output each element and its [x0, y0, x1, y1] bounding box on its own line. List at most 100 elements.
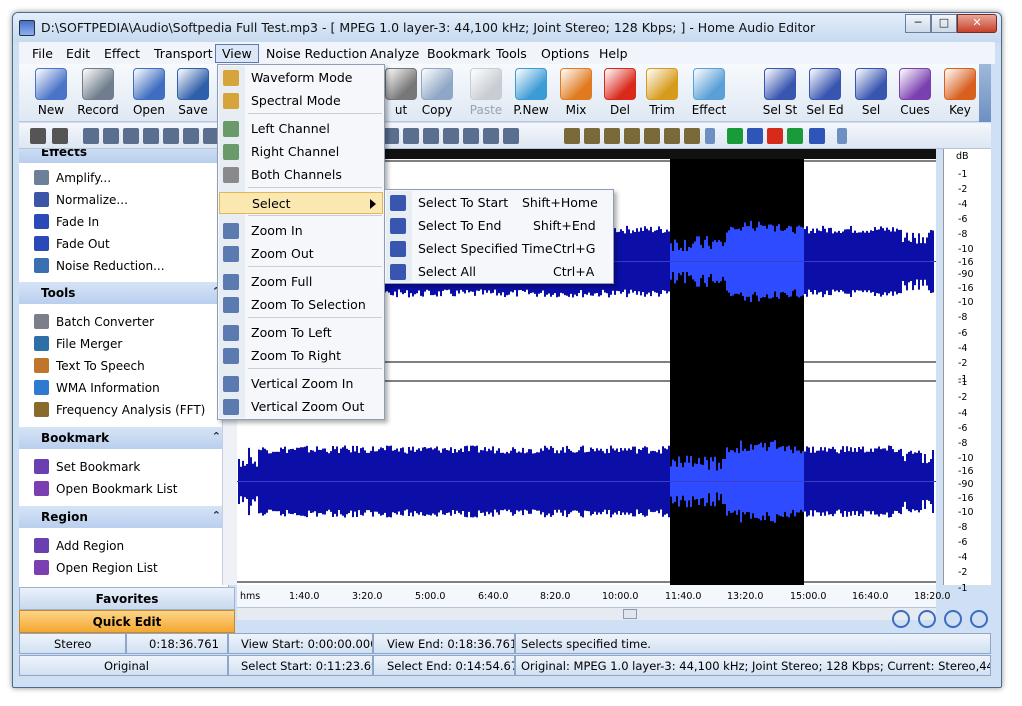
- loop-icon[interactable]: [809, 128, 825, 144]
- toolbar-save-button[interactable]: Save: [167, 66, 219, 120]
- bookmark-header[interactable]: Bookmark ⌃: [19, 427, 228, 449]
- effects-header[interactable]: Effects: [19, 149, 228, 163]
- favorites-tab[interactable]: Favorites: [19, 587, 235, 610]
- view-menu-zoom-full[interactable]: Zoom Full: [219, 271, 383, 293]
- view-menu-zoom-to-right[interactable]: Zoom To Right: [219, 345, 383, 367]
- menu-edit[interactable]: Edit: [66, 46, 90, 61]
- play-icon[interactable]: [727, 128, 743, 144]
- select-menu-select-to-start[interactable]: Select To Start Shift+Home: [386, 192, 612, 214]
- view-menu-zoom-to-selection[interactable]: Zoom To Selection: [219, 294, 383, 316]
- tools-icon[interactable]: [684, 128, 700, 144]
- sidebar-item-amplify[interactable]: Amplify...: [31, 168, 221, 188]
- view-menu-select[interactable]: Select: [219, 192, 383, 214]
- menu-bookmark[interactable]: Bookmark: [427, 46, 490, 61]
- waveform-icon[interactable]: [383, 128, 399, 144]
- sidebar-item-fade-in[interactable]: Fade In: [31, 212, 221, 232]
- sidebar-item-file-merger[interactable]: File Merger: [31, 334, 221, 354]
- view-menu-zoom-out[interactable]: Zoom Out: [219, 243, 383, 265]
- menu-view[interactable]: View: [215, 44, 259, 63]
- play-circle-icon[interactable]: [787, 128, 803, 144]
- select-menu-select-to-end[interactable]: Select To End Shift+End: [386, 215, 612, 237]
- sidebar-item-text-to-speech[interactable]: Text To Speech: [31, 356, 221, 376]
- view-menu-right-channel[interactable]: Right Channel: [219, 141, 383, 163]
- toolbar-overflow-icon[interactable]: [979, 64, 991, 122]
- waveform-icon[interactable]: [503, 128, 519, 144]
- select-menu-select-specified-time[interactable]: Select Specified Time Ctrl+G: [386, 238, 612, 260]
- tools-icon[interactable]: [604, 128, 620, 144]
- waveform-icon[interactable]: [163, 128, 179, 144]
- maximize-button[interactable]: □: [931, 14, 957, 33]
- zoom-full-icon[interactable]: [944, 610, 962, 628]
- horizontal-scrollbar[interactable]: [237, 607, 936, 620]
- scroll-thumb[interactable]: [623, 609, 637, 619]
- view-menu-zoom-to-left[interactable]: Zoom To Left: [219, 322, 383, 344]
- toolbar-trim-button[interactable]: Trim: [636, 66, 688, 120]
- view-menu-both-channels[interactable]: Both Channels: [219, 164, 383, 186]
- tools-header[interactable]: Tools⌃: [19, 282, 228, 304]
- menu-noise-reduction[interactable]: Noise Reduction: [266, 46, 367, 61]
- sidebar-item-noise-reduction[interactable]: Noise Reduction...: [31, 256, 221, 276]
- toolbar-sel-ed-button[interactable]: Sel Ed: [799, 66, 851, 120]
- collapse-icon[interactable]: ⌃: [212, 509, 221, 522]
- waveform-icon[interactable]: [423, 128, 439, 144]
- waveform-icon[interactable]: [403, 128, 419, 144]
- tools-icon[interactable]: [644, 128, 660, 144]
- waveform-icon[interactable]: [443, 128, 459, 144]
- menu-transport[interactable]: Transport: [154, 46, 213, 61]
- waveform-icon[interactable]: [123, 128, 139, 144]
- tools-icon[interactable]: [664, 128, 680, 144]
- stop-icon[interactable]: [767, 128, 783, 144]
- sidebar-item-batch-converter[interactable]: Batch Converter: [31, 312, 221, 332]
- zoom-selection-icon[interactable]: [970, 610, 988, 628]
- toolbar-new-button[interactable]: New: [25, 66, 77, 120]
- waveform-icon[interactable]: [143, 128, 159, 144]
- collapse-icon[interactable]: ⌃: [212, 430, 221, 443]
- waveform-view-icon[interactable]: [83, 128, 99, 144]
- tools-icon[interactable]: [584, 128, 600, 144]
- sidebar-item-add-region[interactable]: Add Region: [31, 536, 221, 556]
- menu-help[interactable]: Help: [599, 46, 628, 61]
- view-menu-waveform-mode[interactable]: Waveform Mode: [219, 67, 383, 89]
- dropdown-icon[interactable]: [837, 128, 847, 144]
- quick-edit-tab[interactable]: Quick Edit: [19, 610, 235, 633]
- tools-icon[interactable]: [624, 128, 640, 144]
- menu-options[interactable]: Options: [541, 46, 589, 61]
- menu-file[interactable]: File: [32, 46, 53, 61]
- menu-tools[interactable]: Tools: [496, 46, 527, 61]
- region-header[interactable]: Region ⌃: [19, 506, 228, 528]
- tools-icon[interactable]: [564, 128, 580, 144]
- timeline-ruler[interactable]: hms 1:40.0 3:20.0 5:00.0 6:40.0 8:20.0 10:00.0…: [237, 585, 950, 620]
- sidebar-item-open-bookmark-list[interactable]: Open Bookmark List: [31, 479, 221, 499]
- minimize-button[interactable]: ─: [905, 14, 931, 33]
- menu-analyze[interactable]: Analyze: [370, 46, 419, 61]
- view-menu-left-channel[interactable]: Left Channel: [219, 118, 383, 140]
- sidebar-item-wma-information[interactable]: WMA Information: [31, 378, 221, 398]
- sidebar-item-open-region-list[interactable]: Open Region List: [31, 558, 221, 578]
- view-menu-vertical-zoom-out[interactable]: Vertical Zoom Out: [219, 396, 383, 418]
- waveform-icon[interactable]: [103, 128, 119, 144]
- sidebar-item-normalize[interactable]: Normalize...: [31, 190, 221, 210]
- toolbar-record-button[interactable]: Record: [72, 66, 124, 120]
- view-menu-vertical-zoom-in[interactable]: Vertical Zoom In: [219, 373, 383, 395]
- waveform-icon[interactable]: [183, 128, 199, 144]
- menu-effect[interactable]: Effect: [104, 46, 140, 61]
- sidebar-item-fade-out[interactable]: Fade Out: [31, 234, 221, 254]
- view-menu-zoom-in[interactable]: Zoom In: [219, 220, 383, 242]
- sidebar-item-set-bookmark[interactable]: Set Bookmark: [31, 457, 221, 477]
- view-menu-spectral-mode[interactable]: Spectral Mode: [219, 90, 383, 112]
- clock-icon[interactable]: [30, 128, 46, 144]
- waveform-icon[interactable]: [463, 128, 479, 144]
- pause-icon[interactable]: [747, 128, 763, 144]
- save-icon: [177, 68, 209, 100]
- zoom-in-icon[interactable]: [892, 610, 910, 628]
- mute-icon[interactable]: [52, 128, 68, 144]
- toolbar-copy-button[interactable]: Copy: [411, 66, 463, 120]
- zoom-out-icon[interactable]: [918, 610, 936, 628]
- sidebar-item-frequency-analysis-fft[interactable]: Frequency Analysis (FFT): [31, 400, 221, 420]
- select-menu-select-all[interactable]: Select All Ctrl+A: [386, 261, 612, 283]
- dropdown-icon[interactable]: [705, 128, 715, 144]
- close-button[interactable]: ✕: [957, 14, 997, 33]
- toolbar-effect-button[interactable]: Effect: [683, 66, 735, 120]
- waveform-icon[interactable]: [483, 128, 499, 144]
- status-view-start: View Start: 0:00:00.000: [228, 633, 373, 654]
